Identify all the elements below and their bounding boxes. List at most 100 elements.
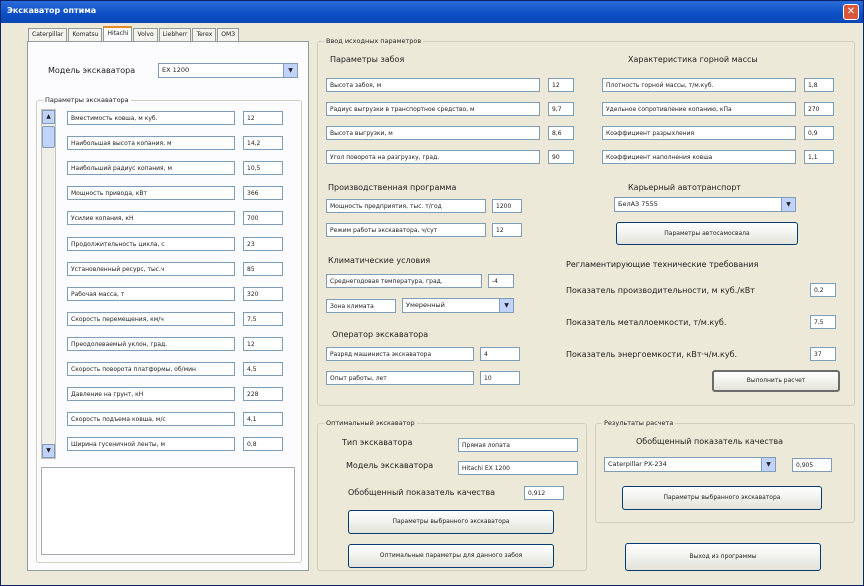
operator-param-label: Разряд машиниста экскаватора — [326, 347, 474, 361]
face-param-label: Угол поворота на разгрузку, град. — [326, 150, 540, 164]
results-excavator-select[interactable]: Caterpillar PX-234 ▼ — [604, 457, 776, 472]
param-label: Наибольшая высота копания, м — [67, 136, 235, 151]
model-select[interactable]: EX 1200 ▼ — [158, 63, 298, 78]
param-label: Усилие копания, кН — [67, 211, 235, 226]
face-param-label: Радиус выгрузки в транспортное средство,… — [326, 102, 540, 116]
optimal-quality-label: Обобщенный показатель качества — [348, 488, 496, 497]
results-select-value: Caterpillar PX-234 — [608, 460, 667, 468]
climate-zone-value: Умеренный — [406, 301, 445, 309]
tab-hitachi[interactable]: Hitachi — [103, 26, 133, 41]
param-label: Давление на грунт, кН — [67, 387, 235, 402]
climate-title: Климатические условия — [328, 256, 431, 265]
param-label: Наибольший радиус копания, м — [67, 161, 235, 176]
window-title: Экскаватор оптима — [7, 6, 97, 15]
param-value-input[interactable]: 700 — [243, 211, 283, 226]
prod-param-input[interactable]: 1200 — [492, 199, 522, 213]
truck-params-button[interactable]: Параметры автосамосвала — [616, 222, 798, 245]
param-label: Продолжительность цикла, с — [67, 236, 235, 251]
prod-param-label: Мощность предприятия, тыс. т/год — [326, 199, 486, 213]
model-label: Модель экскаватора — [48, 66, 136, 75]
scroll-thumb[interactable] — [42, 126, 55, 148]
excavator-params-group: Параметры экскаватора ▲ ▼ Вместимость ко… — [36, 96, 302, 563]
param-value-input[interactable]: 228 — [243, 387, 283, 402]
face-param-input[interactable]: 8,6 — [548, 126, 574, 140]
rock-param-label: Удельное сопротивление копанию, кПа — [602, 102, 796, 116]
chevron-down-icon[interactable]: ▼ — [761, 458, 775, 471]
param-value-input[interactable]: 4,1 — [243, 412, 283, 427]
results-title: Результаты расчета — [602, 419, 676, 427]
param-value-input[interactable]: 10,5 — [243, 161, 283, 176]
input-params-title: Ввод исходных параметров — [324, 37, 424, 45]
calculate-button[interactable]: Выполнить расчет — [712, 370, 840, 392]
rock-param-label: Плотность горной массы, т/м.куб. — [602, 78, 796, 92]
param-value-input[interactable]: 4,5 — [243, 362, 283, 376]
param-label: Скорость перемещения, км/ч — [67, 311, 235, 326]
rock-param-input[interactable]: 1,8 — [804, 78, 834, 92]
optimal-excavator-group: Оптимальный экскаватор Тип экскаватора П… — [317, 419, 587, 571]
exit-button[interactable]: Выход из программы — [625, 543, 821, 571]
prod-program-title: Производственная программа — [328, 183, 457, 192]
param-value-input[interactable]: 12 — [243, 336, 283, 351]
optimal-quality-field: 0,912 — [524, 486, 564, 500]
param-label: Ширина гусеничной ленты, м — [67, 437, 235, 452]
chevron-down-icon[interactable]: ▼ — [283, 64, 297, 77]
requirement-input[interactable]: 0,2 — [810, 283, 836, 297]
chevron-down-icon[interactable]: ▼ — [781, 198, 795, 211]
optimal-face-params-button[interactable]: Оптимальные параметры для данного забоя — [348, 544, 554, 568]
requirements-title: Регламентирующие технические требования — [566, 260, 759, 269]
scroll-up-icon[interactable]: ▲ — [42, 110, 55, 124]
tab-komatsu[interactable]: Komatsu — [68, 28, 103, 41]
input-params-group: Ввод исходных параметров Параметры забоя… — [317, 37, 855, 406]
param-label: Вместимость ковша, м куб. — [67, 111, 235, 125]
param-value-input[interactable]: 320 — [243, 286, 283, 301]
param-value-input[interactable]: 366 — [243, 186, 283, 201]
requirement-input[interactable]: 7,5 — [810, 315, 836, 329]
close-icon[interactable]: ✕ — [843, 4, 859, 20]
param-label: Рабочая масса, т — [67, 286, 235, 301]
requirement-input[interactable]: 37 — [810, 347, 836, 361]
operator-param-input[interactable]: 10 — [480, 371, 520, 385]
excavator-type-field: Прямая лопата — [458, 438, 578, 452]
param-value-input[interactable]: 0,8 — [243, 437, 283, 452]
rock-param-label: Коэффициент наполнения ковша — [602, 150, 796, 164]
tab-caterpillar[interactable]: Caterpillar — [28, 28, 68, 41]
tab-liebherr[interactable]: Liebherr — [158, 28, 192, 41]
face-param-input[interactable]: 90 — [548, 150, 574, 164]
params-notes-area[interactable] — [41, 467, 295, 555]
excavator-params-title: Параметры экскаватора — [43, 96, 131, 104]
param-value-input[interactable]: 7,5 — [243, 311, 283, 326]
tab-omz[interactable]: ОМЗ — [217, 28, 240, 41]
face-param-input[interactable]: 9,7 — [548, 102, 574, 116]
face-params-title: Параметры забоя — [330, 55, 405, 64]
climate-temp-input[interactable]: -4 — [488, 274, 514, 288]
requirement-label: Показатель энергоемкости, кВт·ч/м.куб. — [566, 350, 738, 359]
param-label: Преодолеваемый уклон, град. — [67, 336, 235, 351]
scroll-down-icon[interactable]: ▼ — [42, 444, 55, 458]
operator-param-input[interactable]: 4 — [480, 347, 520, 361]
param-value-input[interactable]: 85 — [243, 261, 283, 276]
chevron-down-icon[interactable]: ▼ — [499, 299, 513, 312]
param-value-input[interactable]: 23 — [243, 236, 283, 251]
face-param-input[interactable]: 12 — [548, 78, 574, 92]
results-quality-field: 0,905 — [792, 458, 832, 472]
rock-param-input[interactable]: 1,1 — [804, 150, 834, 164]
param-value-input[interactable]: 12 — [243, 111, 283, 125]
rock-param-input[interactable]: 270 — [804, 102, 834, 116]
manufacturer-tabs: Caterpillar Komatsu Hitachi Volvo Liebhe… — [28, 26, 240, 42]
optimal-params-button[interactable]: Параметры выбранного экскаватора — [348, 510, 554, 534]
optimal-model-field: Hitachi EX 1200 — [458, 461, 578, 475]
results-params-button[interactable]: Параметры выбранного экскаватора — [622, 486, 822, 510]
climate-zone-select[interactable]: Умеренный ▼ — [402, 298, 514, 313]
rock-params-title: Характеристика горной массы — [628, 55, 758, 64]
prod-param-input[interactable]: 12 — [492, 223, 522, 237]
param-value-input[interactable]: 14,2 — [243, 136, 283, 151]
operator-title: Оператор экскаватора — [332, 330, 429, 339]
tab-panel-hitachi: Модель экскаватора EX 1200 ▼ Параметры э… — [27, 41, 309, 571]
params-scrollbar[interactable]: ▲ ▼ — [41, 109, 56, 459]
tab-terex[interactable]: Terex — [192, 28, 217, 41]
truck-select[interactable]: БелАЗ 7555 ▼ — [614, 197, 796, 212]
rock-param-label: Коэффициент разрыхления — [602, 126, 796, 140]
rock-param-input[interactable]: 0,9 — [804, 126, 834, 140]
tab-volvo[interactable]: Volvo — [133, 28, 158, 41]
param-label: Скорость поворота платформы, об/мин — [67, 362, 235, 376]
